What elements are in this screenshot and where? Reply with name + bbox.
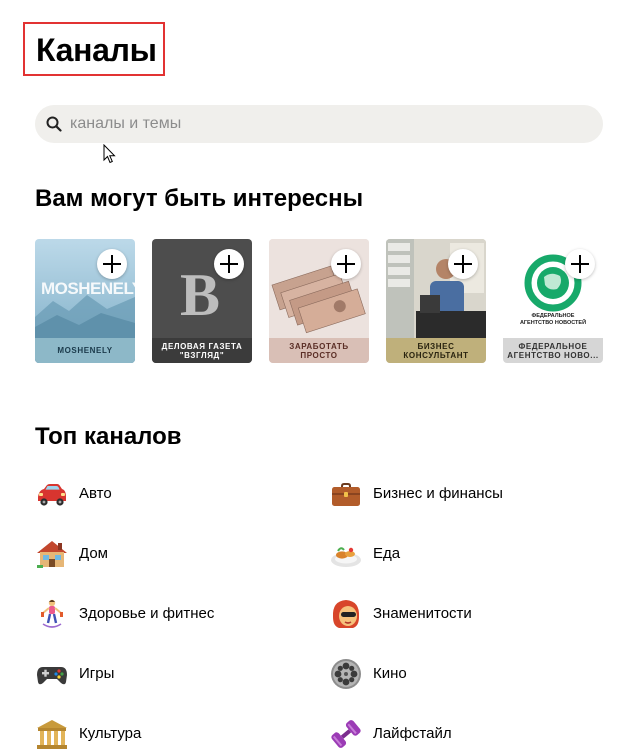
category-item-food[interactable]: Еда <box>329 537 509 571</box>
page-title-highlight: Каналы <box>23 22 165 76</box>
house-icon <box>37 541 67 568</box>
channel-logo-text: MOSHENELY <box>41 279 135 298</box>
top-channels-heading: Топ каналов <box>35 423 182 450</box>
add-channel-button[interactable] <box>97 249 127 279</box>
channel-card[interactable]: MOSHENELY MOSHENELY <box>35 239 135 363</box>
channel-card-label: ДЕЛОВАЯ ГАЗЕТА "ВЗГЛЯД" <box>152 338 252 363</box>
add-channel-button[interactable] <box>214 249 244 279</box>
channel-card[interactable]: ФЕДЕРАЛЬНОЕ АГЕНТСТВО НОВОСТЕЙ ФЕДЕРАЛЬН… <box>503 239 603 363</box>
category-label: Авто <box>79 485 112 502</box>
category-item-auto[interactable]: Авто <box>35 477 215 511</box>
category-item-culture[interactable]: Культура <box>35 717 215 751</box>
category-label: Лайфстайл <box>373 725 452 742</box>
channel-logo-text: B <box>180 262 221 328</box>
category-label: Здоровье и фитнес <box>79 605 215 622</box>
category-label: Культура <box>79 725 142 742</box>
search-bar[interactable] <box>35 105 603 143</box>
add-channel-button[interactable] <box>565 249 595 279</box>
category-item-health[interactable]: Здоровье и фитнес <box>35 597 255 631</box>
add-channel-button[interactable] <box>331 249 361 279</box>
celebrity-face-icon <box>332 600 360 628</box>
channel-logo-text: ФЕДЕРАЛЬНОЕ АГЕНТСТВО НОВОСТЕЙ <box>519 313 587 326</box>
category-label: Кино <box>373 665 407 682</box>
mouse-cursor-icon <box>103 144 116 164</box>
car-icon <box>38 484 66 506</box>
category-label: Бизнес и финансы <box>373 485 503 502</box>
category-label: Знаменитости <box>373 605 472 622</box>
channel-card[interactable]: БИЗНЕС КОНСУЛЬТАНТ <box>386 239 486 363</box>
category-item-lifestyle[interactable]: Лайфстайл <box>329 717 509 751</box>
film-reel-icon <box>331 659 361 689</box>
category-item-games[interactable]: Игры <box>35 657 215 691</box>
category-item-celebrities[interactable]: Знаменитости <box>329 597 509 631</box>
channel-card-label: ФЕДЕРАЛЬНОЕ АГЕНТСТВО НОВО... <box>503 338 603 363</box>
gamepad-icon <box>37 667 67 685</box>
search-input[interactable] <box>70 105 590 143</box>
page-title: Каналы <box>36 32 157 68</box>
dumbbell-icon <box>331 720 361 748</box>
channel-card-label: MOSHENELY <box>35 338 135 363</box>
briefcase-icon <box>332 483 360 506</box>
search-icon <box>46 116 62 132</box>
category-label: Игры <box>79 665 115 682</box>
category-label: Еда <box>373 545 401 562</box>
category-label: Дом <box>79 545 108 562</box>
recommendations-heading: Вам могут быть интересны <box>35 185 364 212</box>
category-item-movies[interactable]: Кино <box>329 657 509 691</box>
channel-card-label: БИЗНЕС КОНСУЛЬТАНТ <box>386 338 486 363</box>
add-channel-button[interactable] <box>448 249 478 279</box>
channel-card[interactable]: ЗАРАБОТАТЬ ПРОСТО <box>269 239 369 363</box>
category-item-business[interactable]: Бизнес и финансы <box>329 477 549 511</box>
channel-card-label: ЗАРАБОТАТЬ ПРОСТО <box>269 338 369 363</box>
museum-icon <box>37 720 67 749</box>
channel-card[interactable]: B ДЕЛОВАЯ ГАЗЕТА "ВЗГЛЯД" <box>152 239 252 363</box>
jump-rope-icon <box>41 599 63 628</box>
food-plate-icon <box>331 547 361 567</box>
category-item-home[interactable]: Дом <box>35 537 215 571</box>
